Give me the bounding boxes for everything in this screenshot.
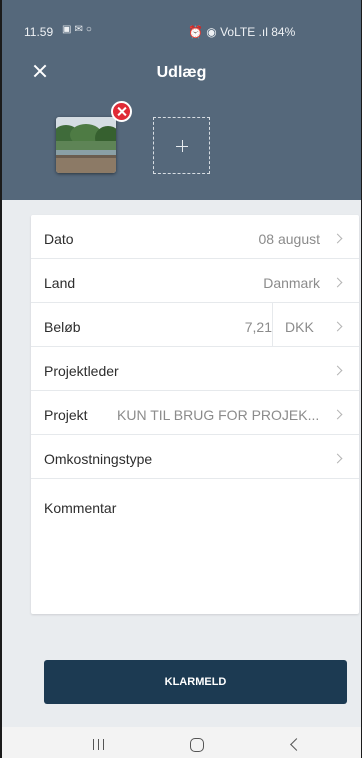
country-label: Land: [44, 275, 76, 291]
remove-photo-icon[interactable]: [111, 101, 132, 122]
project-field[interactable]: Projekt KUN TIL BRUG FOR PROJEK...: [31, 391, 359, 435]
date-field[interactable]: Dato 08 august: [31, 215, 359, 259]
project-label: Projekt: [44, 407, 88, 423]
chevron-right-icon: [332, 277, 343, 288]
country-field[interactable]: Land Danmark: [31, 259, 359, 303]
expense-form: Dato 08 august Land Danmark Beløb 7,21 D…: [31, 215, 359, 614]
home-icon[interactable]: [190, 738, 204, 752]
currency-selector[interactable]: DKK: [285, 319, 314, 335]
photo-thumbnail-image: [56, 117, 116, 173]
cost-type-label: Omkostningstype: [44, 451, 153, 467]
add-photo-button[interactable]: [153, 117, 210, 174]
cost-type-field[interactable]: Omkostningstype: [31, 435, 359, 479]
amount-field[interactable]: Beløb 7,21 DKK: [31, 303, 359, 347]
chevron-right-icon: [332, 321, 343, 332]
chevron-right-icon: [332, 409, 343, 420]
project-value: KUN TIL BRUG FOR PROJEK...: [117, 407, 319, 423]
back-icon[interactable]: [290, 738, 303, 751]
header: 11.59 ▣✉○ ⏰ ◉ VoLTE .ıl 84% Udlæg: [2, 0, 361, 200]
submit-button[interactable]: KLARMELD: [44, 660, 347, 704]
project-leader-label: Projektleder: [44, 363, 119, 379]
chevron-right-icon: [332, 233, 343, 244]
date-value: 08 august: [258, 231, 321, 247]
currency-divider: [272, 303, 273, 347]
comment-field[interactable]: Kommentar: [44, 500, 116, 516]
chevron-right-icon: [332, 453, 343, 464]
recent-apps-icon[interactable]: [93, 739, 104, 750]
project-leader-field[interactable]: Projektleder: [31, 347, 359, 391]
amount-label: Beløb: [44, 319, 81, 335]
page-title: Udlæg: [156, 64, 207, 81]
system-nav-bar: [2, 727, 361, 758]
amount-value[interactable]: 7,21: [245, 319, 272, 335]
status-time: 11.59: [24, 25, 54, 39]
status-right-indicators: ⏰ ◉ VoLTE .ıl 84%: [188, 25, 296, 39]
status-bar: 11.59 ▣✉○ ⏰ ◉ VoLTE .ıl 84%: [2, 0, 361, 39]
chevron-right-icon: [332, 365, 343, 376]
notification-icons: ▣✉○: [62, 24, 95, 35]
photo-thumbnail[interactable]: [56, 117, 116, 173]
date-label: Dato: [44, 231, 74, 247]
app-screen: 11.59 ▣✉○ ⏰ ◉ VoLTE .ıl 84% Udlæg Dato 0…: [0, 0, 362, 758]
country-value: Danmark: [263, 275, 320, 291]
